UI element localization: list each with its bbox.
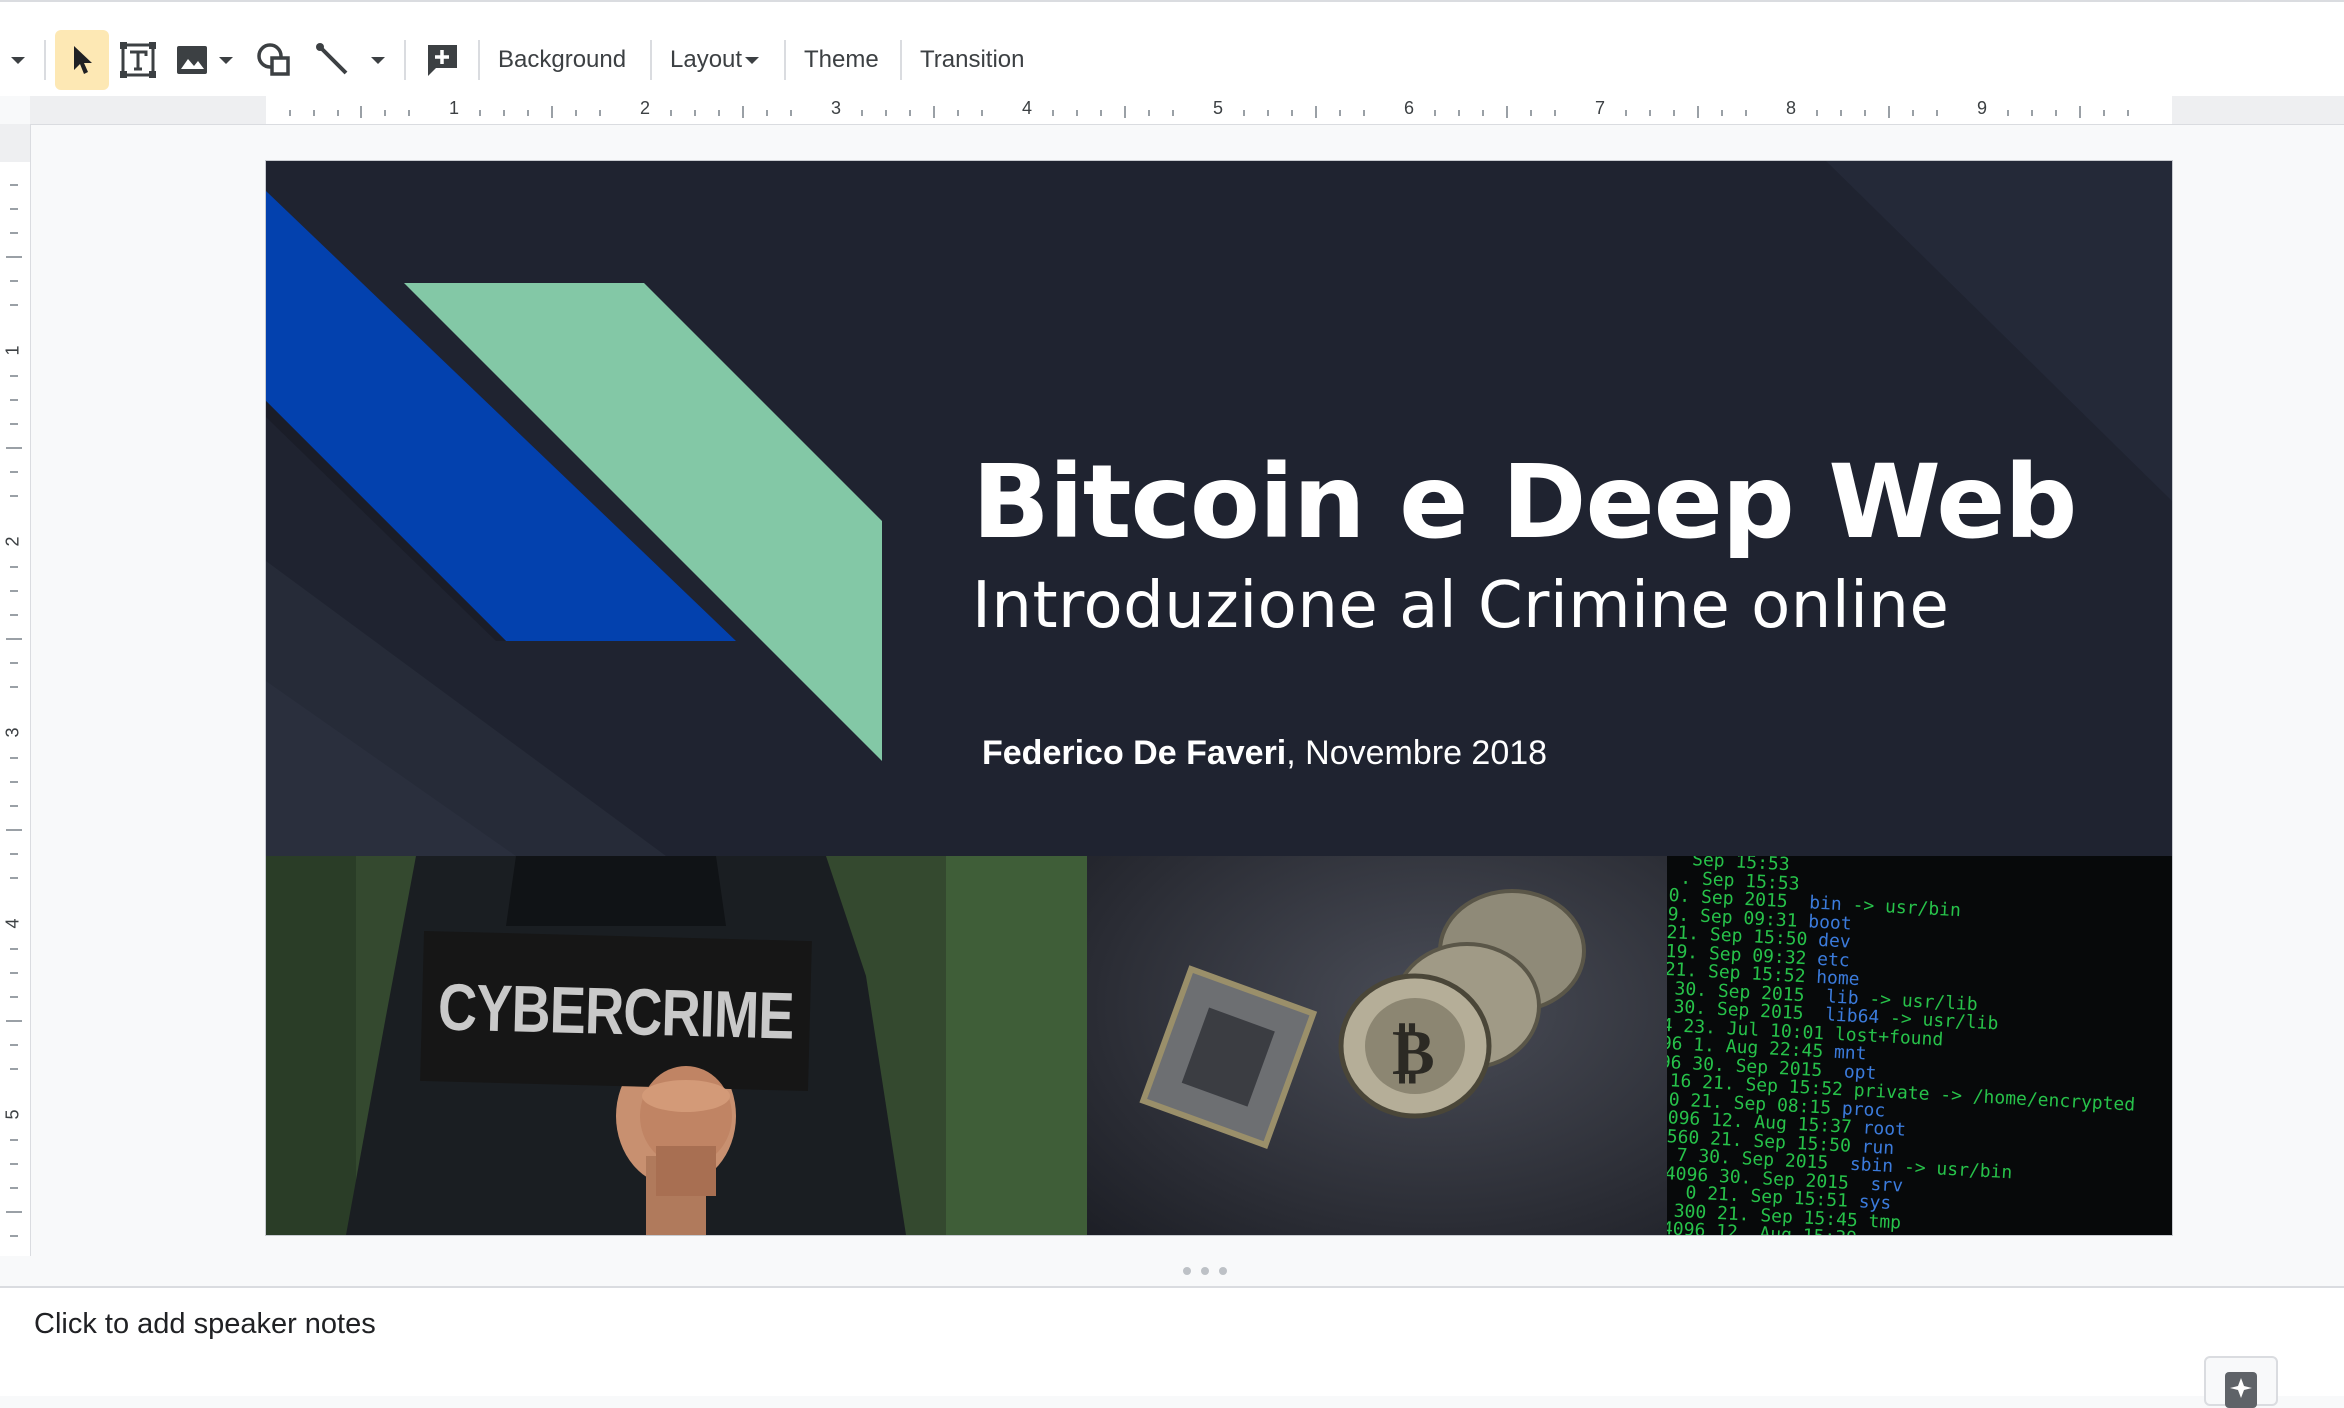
vertical-ruler[interactable]: 1 2 3 4 5: [0, 124, 31, 1256]
ruler-label: 7: [1595, 98, 1606, 118]
ruler-label: 2: [2, 536, 23, 547]
layout-button[interactable]: Layout: [660, 30, 768, 90]
ruler-label: 9: [1977, 98, 1988, 118]
transition-label: Transition: [920, 46, 1025, 73]
ruler-ticks: [6, 184, 22, 1237]
slide-canvas[interactable]: Bitcoin e Deep Web Introduzione al Crimi…: [266, 161, 2172, 1235]
layout-label: Layout: [670, 46, 743, 73]
ruler-label: 5: [1213, 98, 1224, 118]
drag-handle-icon: [1183, 1267, 1227, 1275]
ruler-label: 1: [449, 98, 460, 118]
toolbar: Background Layout Theme Transition: [0, 0, 2344, 96]
cybercrime-sign: CYBERCRIME: [420, 930, 812, 1092]
ruler-label: 5: [2, 1109, 23, 1120]
toolbar-separator: [784, 40, 786, 80]
notes-resize-handle[interactable]: [0, 1256, 2344, 1288]
ruler-label: 1: [2, 345, 23, 356]
horizontal-ruler[interactable]: 1 2 3 4 5 6 7 8 9: [30, 96, 2344, 125]
ruler-label: 4: [1022, 98, 1033, 118]
hand-image: [640, 1066, 732, 1196]
ruler-label: 6: [1404, 98, 1415, 118]
background-label: Background: [498, 46, 627, 73]
text-box-icon[interactable]: [114, 30, 162, 90]
layout-dropdown-icon: [745, 57, 760, 64]
terminal-image: Sep 15:53 . Sep 15:53 0. Sep 2015 bin ->…: [1667, 856, 2136, 1235]
speaker-notes-panel[interactable]: Click to add speaker notes: [0, 1288, 2344, 1408]
ruler-label: 2: [640, 98, 651, 118]
slide-title[interactable]: Bitcoin e Deep Web: [972, 443, 2077, 562]
slide-subtitle[interactable]: Introduzione al Crimine online: [972, 569, 1949, 643]
author-name: Federico De Faveri: [982, 734, 1287, 772]
toolbar-separator: [900, 40, 902, 80]
shape-icon[interactable]: [250, 30, 298, 90]
cybercrime-sign-text: CYBERCRIME: [437, 969, 795, 1053]
bitcoin-photo[interactable]: ₿: [1087, 856, 1667, 1235]
speaker-notes-placeholder[interactable]: Click to add speaker notes: [34, 1308, 376, 1341]
toolbar-separator: [404, 40, 406, 80]
bitcoin-coins-image: ₿: [1139, 889, 1586, 1149]
transition-button[interactable]: Transition: [910, 30, 1034, 90]
toolbar-separator: [478, 40, 480, 80]
line-dropdown-icon[interactable]: [364, 30, 392, 90]
select-cursor-icon[interactable]: [55, 30, 109, 90]
ruler-label: 3: [2, 727, 23, 738]
toolbar-separator: [44, 40, 46, 80]
explore-star-icon: [2225, 1372, 2257, 1408]
ruler-label: 3: [831, 98, 842, 118]
chevron-down-icon[interactable]: [4, 30, 32, 90]
image-icon[interactable]: [170, 30, 214, 90]
theme-label: Theme: [804, 46, 879, 73]
explore-button[interactable]: [2204, 1356, 2278, 1408]
add-comment-icon[interactable]: [418, 30, 466, 90]
image-dropdown-icon[interactable]: [214, 30, 238, 90]
ruler-label: 8: [1786, 98, 1797, 118]
terminal-photo[interactable]: Sep 15:53 . Sep 15:53 0. Sep 2015 bin ->…: [1667, 856, 2172, 1235]
line-icon[interactable]: [308, 30, 358, 90]
background-button[interactable]: Background: [488, 30, 636, 90]
toolbar-separator: [650, 40, 652, 80]
slide-author-line[interactable]: Federico De Faveri, Novembre 2018: [982, 734, 1547, 773]
ruler-label: 4: [2, 918, 23, 929]
cybercrime-photo[interactable]: CYBERCRIME: [266, 856, 1087, 1235]
presentation-date: , Novembre 2018: [1286, 734, 1548, 772]
svg-text:₿: ₿: [1392, 1016, 1435, 1090]
theme-button[interactable]: Theme: [794, 30, 889, 90]
